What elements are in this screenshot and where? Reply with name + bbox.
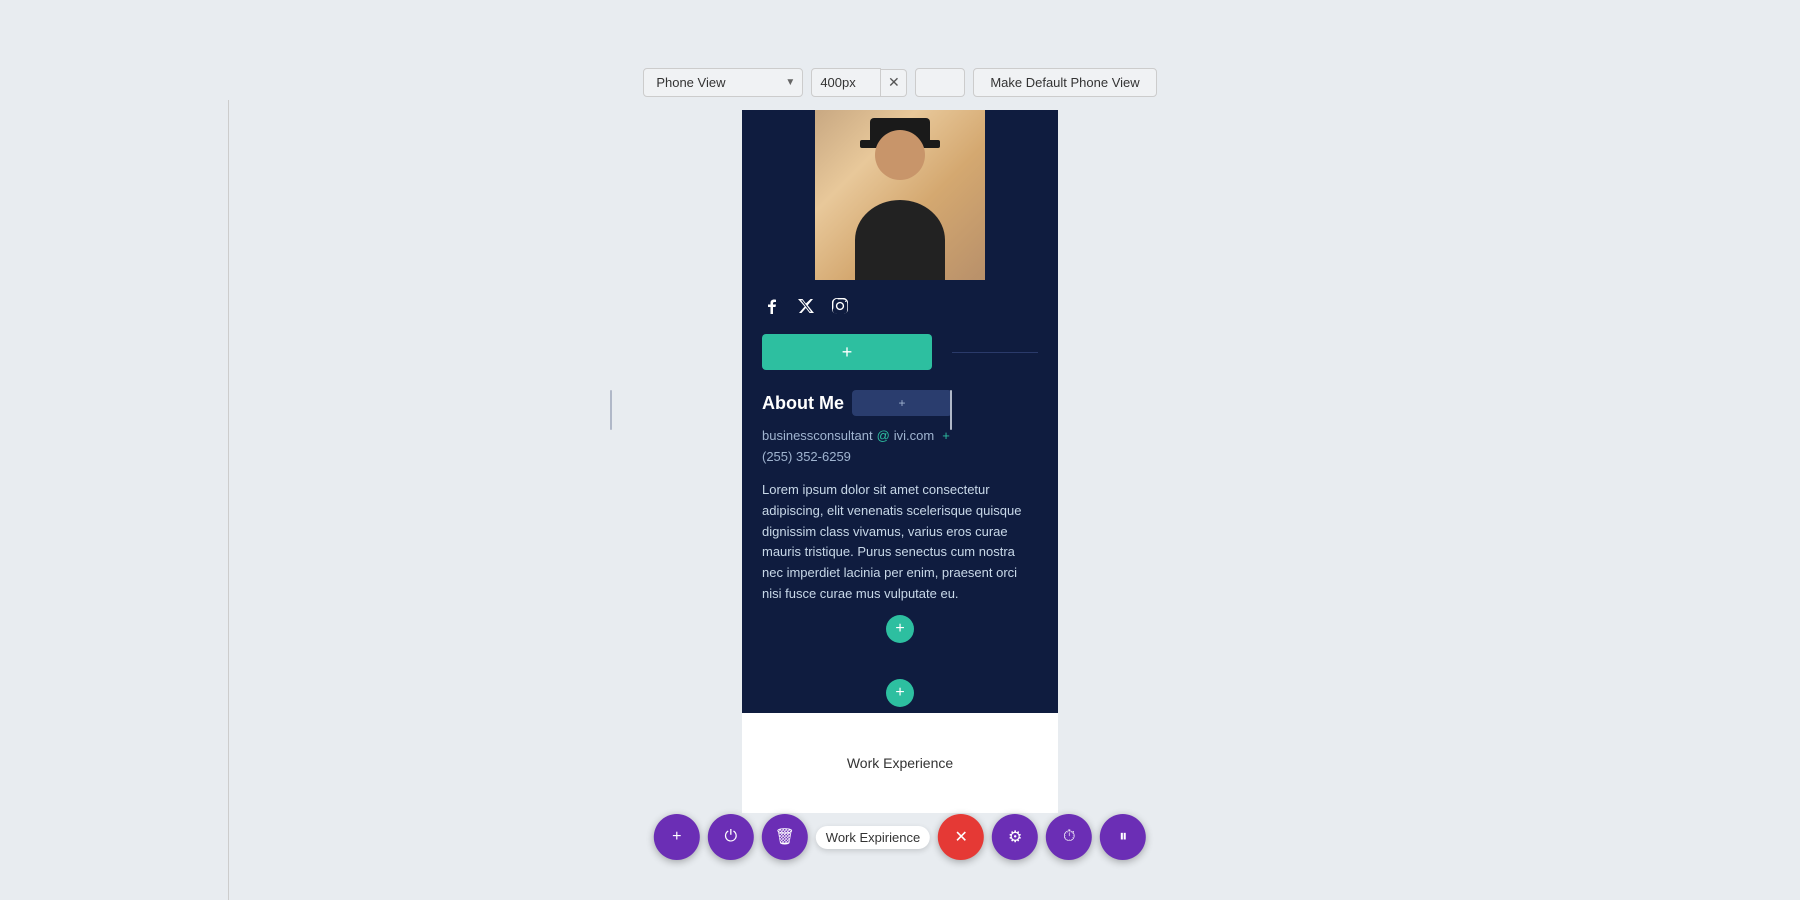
profile-image-container [742,110,1058,280]
facebook-icon[interactable] [762,296,782,316]
add-icon: + [672,828,681,846]
handle-line-left [610,390,612,430]
make-default-button[interactable]: Make Default Phone View [973,68,1156,97]
trash-button[interactable]: 🗑 [762,814,808,860]
close-icon: ✕ [955,827,968,847]
power-button[interactable]: ⏻ [708,814,754,860]
drag-handle-left[interactable] [607,380,615,440]
email-text: businessconsultant [762,428,873,443]
pause-icon: ⏸ [1119,828,1127,846]
history-button[interactable]: ⏱ [1046,814,1092,860]
about-section: About Me + businessconsultant@ivi.com + … [742,378,1058,665]
close-button[interactable]: ✕ [938,814,984,860]
about-title: About Me [762,393,844,414]
about-header: About Me + [762,390,1038,416]
handle-line-right [950,390,952,430]
pause-button[interactable]: ⏸ [1100,814,1146,860]
email-field: businessconsultant@ivi.com + [762,428,1038,443]
contact-info: businessconsultant@ivi.com + (255) 352-6… [762,428,1038,464]
email-domain: ivi.com [894,428,934,443]
add-row-line [952,352,1038,353]
add-row-container: + [742,326,1058,378]
phone-frame: + About Me + businessconsultant@ivi.com … [742,110,1058,813]
history-icon: ⏱ [1063,828,1075,846]
add-section-button-bottom[interactable]: + [886,679,914,707]
about-add-button[interactable]: + [852,390,952,416]
social-icons-row [742,280,1058,326]
view-select-wrapper: Phone View Tablet View Desktop View ▼ [643,68,803,97]
work-section: Work Experience [742,713,1058,813]
power-icon: ⏻ [724,828,737,846]
person-shape [815,110,985,280]
instagram-icon[interactable] [830,296,850,316]
profile-image [815,110,985,280]
canvas-area: + About Me + businessconsultant@ivi.com … [0,0,1800,900]
add-row-plus-icon: + [842,342,853,363]
add-button[interactable]: + [654,814,700,860]
add-row-button[interactable]: + [762,334,932,370]
person-head [875,130,925,180]
add-section-button-inner[interactable]: + [886,615,914,643]
top-toolbar: Phone View Tablet View Desktop View ▼ ✕ … [0,68,1800,97]
profile-section: + About Me + businessconsultant@ivi.com … [742,110,1058,713]
trash-icon: 🗑 [775,827,795,847]
email-at: @ [877,428,890,443]
person-body [855,200,945,280]
px-group: ✕ [811,68,907,97]
bio-text: Lorem ipsum dolor sit amet consectetur a… [762,480,1038,605]
about-add-icon: + [898,396,905,410]
settings-button[interactable]: ⚙ [992,814,1038,860]
bottom-toolbar: + ⏻ 🗑 Work Expirience ✕ ⚙ ⏱ ⏸ [654,814,1146,860]
settings-icon: ⚙ [1008,827,1022,847]
drag-handle-right[interactable] [947,380,955,440]
px-input[interactable] [811,68,881,97]
section-label: Work Expirience [816,826,930,849]
twitter-x-icon[interactable] [796,296,816,316]
extra-input[interactable] [915,68,965,97]
view-select[interactable]: Phone View Tablet View Desktop View [643,68,803,97]
phone-field: (255) 352-6259 [762,449,1038,464]
px-close-button[interactable]: ✕ [881,69,907,97]
work-section-label: Work Experience [847,755,953,771]
